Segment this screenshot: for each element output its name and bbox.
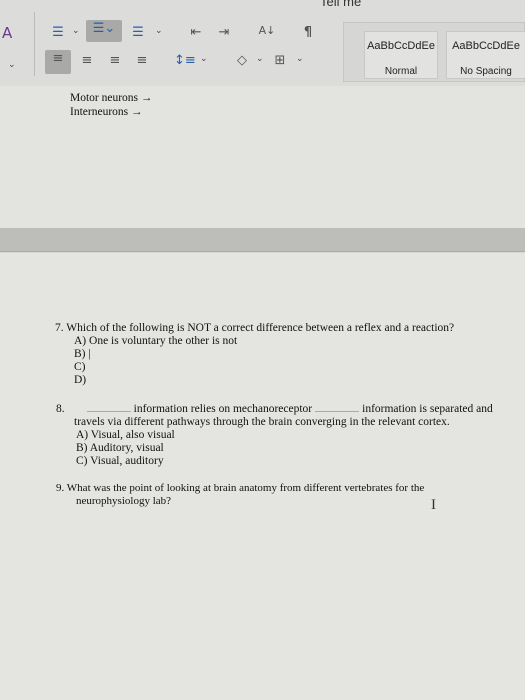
styles-gallery: AaBbCcDdEe Normal AaBbCcDdEe No Spacing bbox=[343, 22, 525, 82]
text: information relies on mechanoreceptor bbox=[133, 403, 313, 415]
style-preview: AaBbCcDdEe bbox=[367, 40, 435, 52]
style-name: No Spacing bbox=[460, 66, 512, 77]
option: A) One is voluntary the other is not bbox=[74, 335, 238, 347]
align-left-icon[interactable]: ≡ bbox=[45, 50, 71, 74]
document-page[interactable]: 7. Which of the following is NOT a corre… bbox=[0, 253, 525, 700]
option: D) bbox=[74, 374, 87, 386]
style-no-spacing[interactable]: AaBbCcDdEe No Spacing bbox=[446, 31, 525, 79]
borders-icon[interactable]: ⊞ bbox=[270, 52, 290, 70]
increase-indent-icon[interactable]: ⇥ bbox=[214, 24, 234, 42]
question-9: 9. What was the point of looking at brai… bbox=[56, 482, 425, 494]
chevron-down-icon[interactable]: ⌄ bbox=[200, 54, 208, 64]
styles-pane-icon[interactable]: A bbox=[2, 24, 12, 42]
text-line: Interneurons → bbox=[70, 106, 143, 118]
blank bbox=[86, 411, 131, 412]
text-cursor-icon: I bbox=[431, 497, 436, 513]
center-icon[interactable]: ≡ bbox=[77, 52, 97, 70]
line-spacing-icon[interactable]: ↕≡ bbox=[174, 52, 196, 70]
option: C) bbox=[74, 361, 86, 373]
question-number: 8. bbox=[56, 403, 65, 415]
question-7: 7. Which of the following is NOT a corre… bbox=[55, 322, 455, 334]
option: C) Visual, auditory bbox=[76, 455, 164, 467]
question-8: 8. information relies on mechanoreceptor i… bbox=[56, 403, 493, 416]
text-line: travels via different pathways through t… bbox=[74, 416, 450, 428]
bullets-icon[interactable]: ☰ bbox=[48, 24, 68, 42]
chevron-down-icon[interactable]: ⌄ bbox=[72, 26, 80, 36]
text-line: Motor neurons → bbox=[70, 92, 153, 104]
style-normal[interactable]: AaBbCcDdEe Normal bbox=[364, 31, 438, 79]
divider bbox=[34, 12, 35, 76]
shading-icon[interactable]: ◇ bbox=[233, 52, 251, 70]
option: B) Auditory, visual bbox=[76, 442, 164, 454]
text-line: neurophysiology lab? bbox=[76, 495, 172, 507]
tell-me-search[interactable]: Tell me bbox=[320, 0, 361, 9]
option: A) Visual, also visual bbox=[76, 429, 175, 441]
align-right-icon[interactable]: ≡ bbox=[105, 52, 125, 70]
text: information is separated and bbox=[362, 403, 493, 415]
chevron-down-icon[interactable]: ⌄ bbox=[256, 54, 264, 64]
page-break bbox=[0, 228, 525, 252]
show-formatting-icon[interactable]: ¶ bbox=[300, 24, 316, 42]
ribbon: Tell me A ⌄ ☰ ⌄ ☰⌄ ☰ ⌄ ⇤ ⇥ A↓ ¶ ≡ ≡ ≡ ≡ … bbox=[0, 0, 525, 86]
blank bbox=[315, 411, 360, 412]
chevron-down-icon[interactable]: ⌄ bbox=[8, 60, 16, 70]
option: B) | bbox=[74, 348, 91, 360]
chevron-down-icon[interactable]: ⌄ bbox=[155, 26, 163, 36]
style-name: Normal bbox=[384, 66, 418, 77]
style-preview: AaBbCcDdEe bbox=[452, 40, 520, 52]
multilevel-list-icon[interactable]: ☰ bbox=[128, 24, 148, 42]
decrease-indent-icon[interactable]: ⇤ bbox=[186, 24, 206, 42]
document-page[interactable]: Motor neurons → Interneurons → bbox=[0, 86, 525, 228]
numbering-icon[interactable]: ☰⌄ bbox=[86, 20, 122, 42]
justify-icon[interactable]: ≡ bbox=[132, 52, 152, 70]
sort-icon[interactable]: A↓ bbox=[256, 22, 278, 40]
chevron-down-icon[interactable]: ⌄ bbox=[296, 54, 304, 64]
